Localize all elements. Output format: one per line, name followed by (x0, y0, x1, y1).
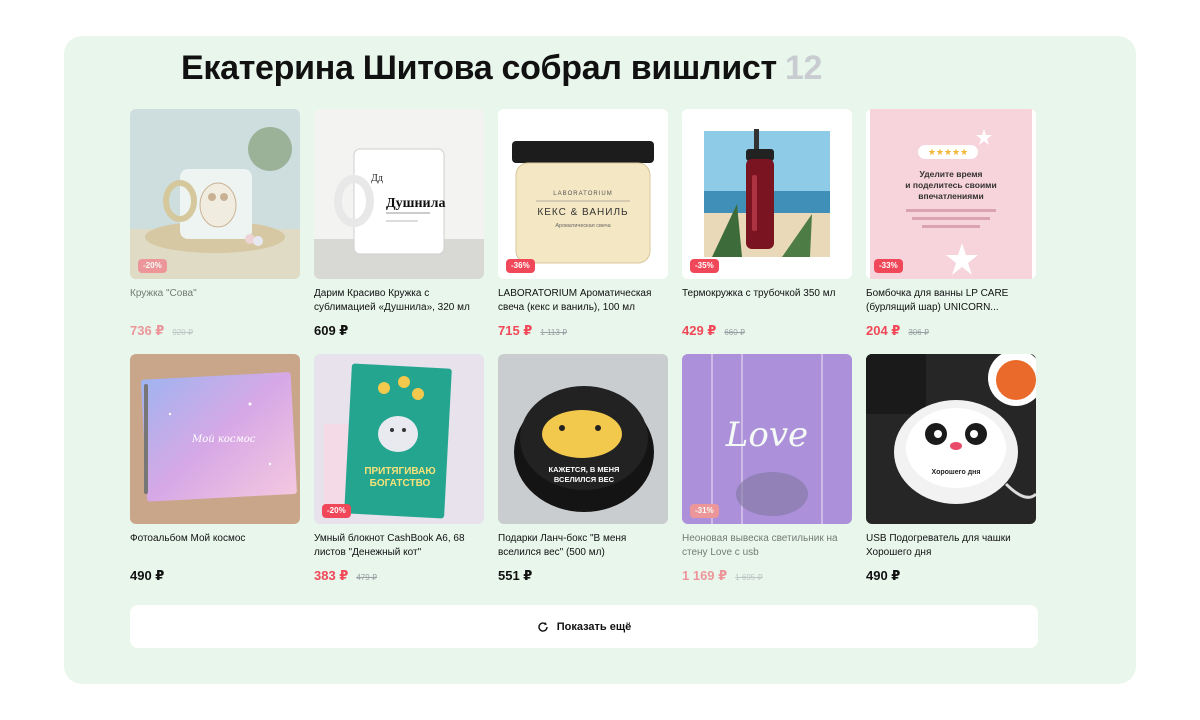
promo-text-3: впечатлениями (918, 191, 983, 201)
lunch-box-image: КАЖЕТСЯ, В МЕНЯ ВСЕЛИЛСЯ ВЕС (498, 354, 668, 524)
product-price: 429 ₽ (682, 323, 717, 338)
product-name[interactable]: Неоновая вывеска светильник на стену Lov… (682, 532, 852, 560)
svg-text:★★★★★: ★★★★★ (928, 147, 968, 157)
product-image[interactable]: ПРИТЯГИВАЮ БОГАТСТВО -20% (314, 354, 484, 524)
product-price: 609 ₽ (314, 323, 349, 338)
refresh-icon (538, 621, 548, 632)
product-card[interactable]: Дд Душнила Дарим Красиво Кружка с сублим… (314, 109, 484, 346)
old-price: 920 ₽ (172, 328, 194, 337)
notebook-image: ПРИТЯГИВАЮ БОГАТСТВО (314, 354, 484, 524)
warmer-text: Хорошего дня (932, 469, 981, 476)
price-row: 736 ₽ 920 ₽ (130, 323, 300, 339)
old-price: 660 ₽ (724, 328, 746, 337)
product-grid: -20% Кружка "Сова" 736 ₽ 920 ₽ Дд Душнил… (130, 109, 1040, 591)
product-price: 736 ₽ (130, 323, 165, 338)
product-price: 551 ₽ (498, 568, 533, 583)
dushnila-mug-image: Дд Душнила (314, 109, 484, 279)
product-price: 490 ₽ (866, 568, 901, 583)
product-image[interactable]: ★★★★★ Уделите время и поделитесь своими … (866, 109, 1036, 279)
price-row: 1 169 ₽ 1 695 ₽ (682, 568, 852, 584)
product-image[interactable]: Дд Душнила (314, 109, 484, 279)
candle-brand-text: LABORATORIUM (553, 191, 612, 197)
product-image[interactable]: Love -31% (682, 354, 852, 524)
photo-album-image: Мой космос (130, 354, 300, 524)
product-name[interactable]: USB Подогреватель для чашки Хорошего дня (866, 532, 1036, 560)
usb-warmer-image: Хорошего дня (866, 354, 1036, 524)
product-info: Кружка "Сова" 736 ₽ 920 ₽ (130, 287, 300, 339)
product-image[interactable]: Мой космос (130, 354, 300, 524)
old-price: 1 113 ₽ (540, 328, 568, 337)
product-price: 383 ₽ (314, 568, 349, 583)
product-image[interactable]: -35% (682, 109, 852, 279)
product-info: Неоновая вывеска светильник на стену Lov… (682, 532, 852, 584)
product-name[interactable]: Фотоальбом Мой космос (130, 532, 300, 560)
old-price: 1 695 ₽ (735, 573, 763, 582)
neon-sign-image: Love (682, 354, 852, 524)
candle-scent-text: КЕКС & ВАНИЛЬ (537, 207, 628, 218)
wishlist-count: 12 (784, 49, 823, 87)
product-card[interactable]: -35% Термокружка с трубочкой 350 мл 429 … (682, 109, 852, 346)
mug-word-text: Душнила (386, 196, 445, 211)
mug-prefix-text: Дд (371, 173, 383, 184)
promo-text-1: Уделите время (919, 169, 982, 179)
product-card[interactable]: Хорошего дня USB Подогреватель для чашки… (866, 354, 1036, 591)
old-price: 479 ₽ (356, 573, 378, 582)
product-image[interactable]: -20% (130, 109, 300, 279)
product-card[interactable]: ★★★★★ Уделите время и поделитесь своими … (866, 109, 1036, 346)
price-row: 383 ₽ 479 ₽ (314, 568, 484, 584)
price-row: 429 ₽ 660 ₽ (682, 323, 852, 339)
candle-image: LABORATORIUM КЕКС & ВАНИЛЬ Ароматическая… (498, 109, 668, 279)
product-price: 715 ₽ (498, 323, 533, 338)
album-text: Мой космос (191, 434, 256, 445)
product-name[interactable]: Умный блокнот CashBook A6, 68 листов "Де… (314, 532, 484, 560)
wishlist-panel: Екатерина Шитова собрал вишлист12 -20% (64, 36, 1136, 684)
product-price: 1 169 ₽ (682, 568, 728, 583)
discount-badge: -31% (690, 504, 719, 518)
product-image[interactable]: КАЖЕТСЯ, В МЕНЯ ВСЕЛИЛСЯ ВЕС (498, 354, 668, 524)
product-card[interactable]: КАЖЕТСЯ, В МЕНЯ ВСЕЛИЛСЯ ВЕС Подарки Лан… (498, 354, 668, 591)
product-name[interactable]: Бомбочка для ванны LP CARE (бурлящий шар… (866, 287, 1036, 315)
bath-bomb-promo-image: ★★★★★ Уделите время и поделитесь своими … (866, 109, 1036, 279)
discount-badge: -33% (874, 259, 903, 273)
product-card[interactable]: ПРИТЯГИВАЮ БОГАТСТВО -20% Умный блокнот … (314, 354, 484, 591)
product-card[interactable]: Love -31% Неоновая вывеска светильник на… (682, 354, 852, 591)
notebook-text-2: БОГАТСТВО (370, 478, 431, 489)
product-card[interactable]: -20% Кружка "Сова" 736 ₽ 920 ₽ (130, 109, 300, 346)
wishlist-title: Екатерина Шитова собрал вишлист (181, 49, 777, 87)
price-row: 204 ₽ 306 ₽ (866, 323, 1036, 339)
lunch-text-1: КАЖЕТСЯ, В МЕНЯ (549, 465, 620, 474)
owl-mug-image (130, 109, 300, 279)
product-card[interactable]: Мой космос Фотоальбом Мой космос 490 ₽ (130, 354, 300, 591)
product-name[interactable]: Кружка "Сова" (130, 287, 300, 315)
show-more-label: Показать ещё (556, 620, 632, 633)
product-name[interactable]: LABORATORIUM Ароматическая свеча (кекс и… (498, 287, 668, 315)
discount-badge: -35% (690, 259, 719, 273)
discount-badge: -36% (506, 259, 535, 273)
product-card[interactable]: LABORATORIUM КЕКС & ВАНИЛЬ Ароматическая… (498, 109, 668, 346)
product-name[interactable]: Термокружка с трубочкой 350 мл (682, 287, 852, 315)
notebook-text-1: ПРИТЯГИВАЮ (364, 466, 435, 477)
neon-text: Love (725, 415, 808, 455)
promo-text-2: и поделитесь своими (905, 180, 996, 190)
discount-badge: -20% (322, 504, 351, 518)
old-price: 306 ₽ (908, 328, 930, 337)
discount-badge: -20% (138, 259, 167, 273)
price-row: 551 ₽ (498, 568, 668, 584)
thermo-mug-image (682, 109, 852, 279)
price-row: 490 ₽ (130, 568, 300, 584)
product-image[interactable]: LABORATORIUM КЕКС & ВАНИЛЬ Ароматическая… (498, 109, 668, 279)
page-title: Екатерина Шитова собрал вишлист 12 (181, 48, 822, 88)
price-row: 490 ₽ (866, 568, 1036, 584)
price-row: 715 ₽ 1 113 ₽ (498, 323, 668, 339)
candle-sub-text: Ароматическая свеча (555, 223, 611, 229)
show-more-button[interactable]: Показать ещё (130, 605, 1038, 648)
product-price: 490 ₽ (130, 568, 165, 583)
price-row: 609 ₽ (314, 323, 484, 339)
product-price: 204 ₽ (866, 323, 901, 338)
product-name[interactable]: Подарки Ланч-бокс "В меня вселился вес" … (498, 532, 668, 560)
lunch-text-2: ВСЕЛИЛСЯ ВЕС (554, 475, 615, 484)
product-name[interactable]: Дарим Красиво Кружка с сублимацией «Душн… (314, 287, 484, 315)
product-image[interactable]: Хорошего дня (866, 354, 1036, 524)
